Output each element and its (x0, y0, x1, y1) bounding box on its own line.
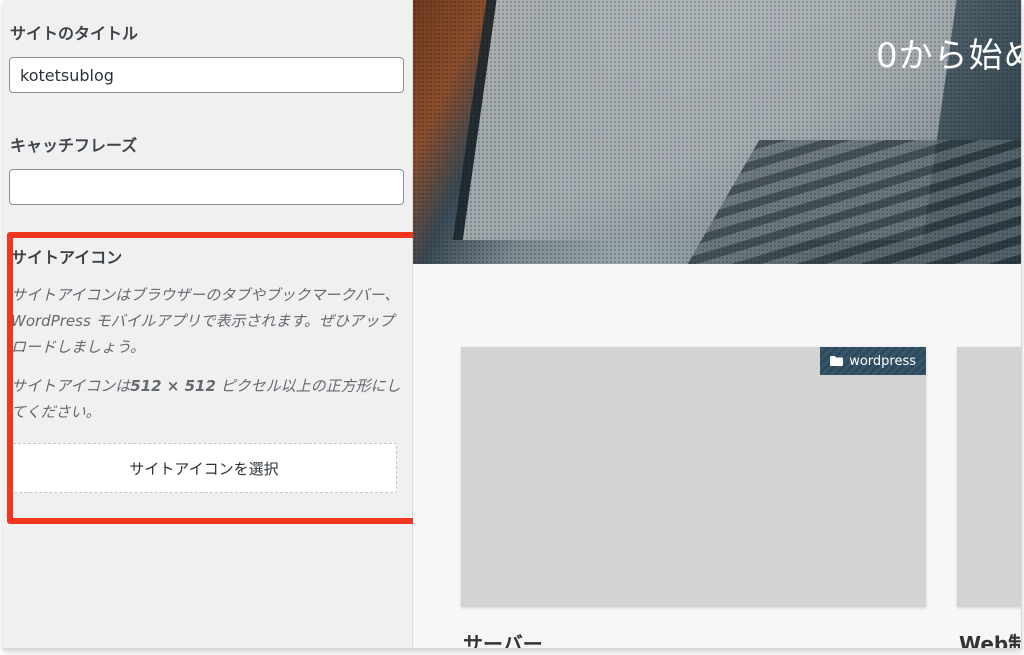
site-icon-title: サイトアイコン (11, 248, 123, 267)
hero-title[interactable]: 0から始め (876, 28, 1021, 77)
post-card[interactable] (957, 347, 1021, 607)
size-note-prefix: サイトアイコンは (11, 377, 131, 395)
post-card-title[interactable]: サーバー (463, 628, 543, 648)
folder-icon (830, 356, 844, 366)
site-icon-description: サイトアイコンはブラウザーのタブやブックマークバー、WordPress モバイル… (11, 286, 400, 356)
post-card-title[interactable]: Web制 (959, 628, 1021, 648)
customizer-panel: サイトのタイトル キャッチフレーズ サイトアイコン サイトアイコンはブラウザーの… (3, 0, 419, 648)
category-tag[interactable]: wordpress (820, 347, 926, 375)
site-title-input[interactable] (9, 57, 404, 93)
tagline-label: キャッチフレーズ (10, 136, 138, 155)
post-card[interactable]: wordpress (461, 347, 926, 607)
select-site-icon-button[interactable]: サイトアイコンを選択 (11, 443, 397, 493)
category-tag-label: wordpress (849, 353, 916, 369)
size-note-dimensions: 512 × 512 (130, 377, 216, 395)
browser-window: サイトのタイトル キャッチフレーズ サイトアイコン サイトアイコンはブラウザーの… (3, 0, 1022, 649)
site-title-label: サイトのタイトル (10, 24, 139, 43)
hero-image: 0から始め (413, 0, 1021, 264)
site-icon-size-note: サイトアイコンは512 × 512 ピクセル以上の正方形にしてください。 (11, 373, 401, 425)
site-preview: 0から始め wordpress サーバー Web制 (413, 0, 1021, 648)
tagline-input[interactable] (9, 169, 404, 205)
